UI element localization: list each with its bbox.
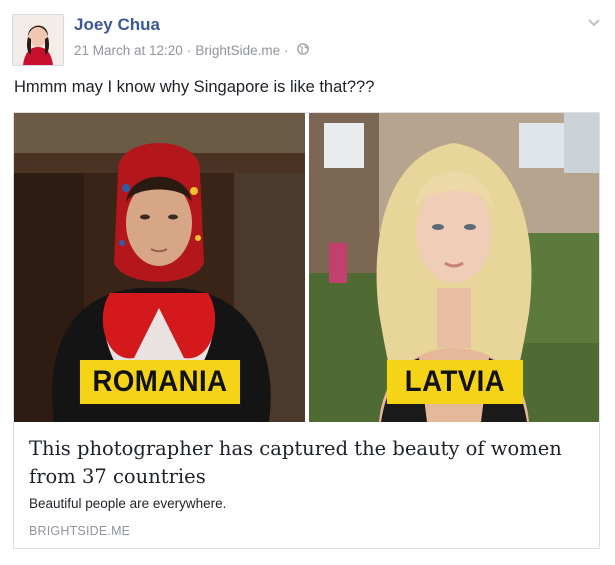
link-title[interactable]: This photographer has captured the beaut…	[29, 435, 589, 491]
author-avatar[interactable]	[12, 14, 64, 66]
post-via-link[interactable]: BrightSide.me	[195, 43, 280, 58]
author-name[interactable]: Joey Chua	[74, 15, 160, 35]
link-domain: BRIGHTSIDE.ME	[29, 524, 131, 538]
chevron-down-icon[interactable]	[587, 15, 601, 33]
post-message: Hmmm may I know why Singapore is like th…	[14, 78, 375, 96]
shared-link-card[interactable]: ROMANIA LATVIA This photographer has cap…	[13, 112, 600, 549]
link-preview-image[interactable]: ROMANIA LATVIA	[14, 113, 599, 422]
photo-latvia: LATVIA	[309, 113, 599, 422]
post-timestamp[interactable]: 21 March at 12:20	[74, 43, 183, 58]
photo-romania: ROMANIA	[14, 113, 305, 422]
country-label-romania: ROMANIA	[79, 360, 241, 404]
link-description: Beautiful people are everywhere.	[29, 496, 227, 511]
globe-icon[interactable]	[296, 43, 309, 58]
post-meta: 21 March at 12:20 · BrightSide.me ·	[74, 43, 309, 58]
country-label-latvia: LATVIA	[386, 360, 524, 404]
feed-post: Joey Chua 21 March at 12:20 · BrightSide…	[0, 0, 615, 565]
meta-separator: ·	[186, 43, 192, 58]
meta-separator: ·	[284, 43, 289, 58]
